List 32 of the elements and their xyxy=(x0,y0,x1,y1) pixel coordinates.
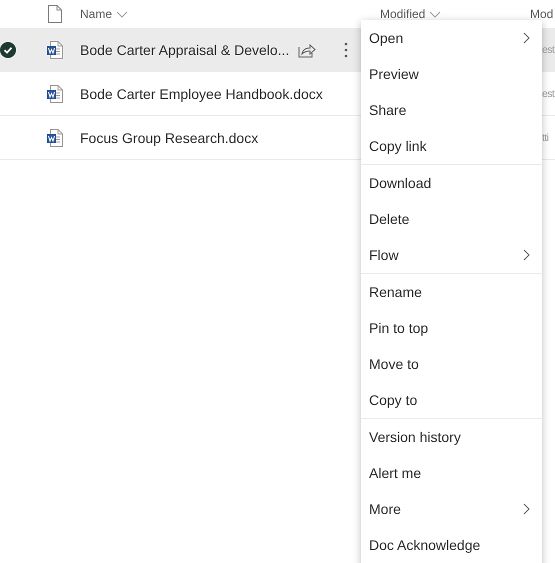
menu-item[interactable]: More xyxy=(361,491,542,527)
column-header[interactable]: Name xyxy=(80,7,112,21)
menu-item[interactable]: Copy to xyxy=(361,382,542,418)
table-cell: est xyxy=(542,88,554,100)
menu-item[interactable]: Version history xyxy=(361,419,542,455)
column-header[interactable]: Mod xyxy=(530,7,554,21)
menu-item[interactable]: Rename xyxy=(361,274,542,310)
menu-item[interactable]: Pin to top xyxy=(361,310,542,346)
caret-icon xyxy=(429,11,442,18)
caret-icon xyxy=(116,11,128,18)
chevron-right-icon xyxy=(523,32,530,44)
chevron-right-icon xyxy=(523,503,530,515)
file-name[interactable]: Bode Carter Appraisal & Develo... xyxy=(80,42,290,58)
table-cell: tti xyxy=(542,132,548,144)
file-name[interactable]: Focus Group Research.docx xyxy=(80,130,258,146)
menu-item[interactable]: Flow xyxy=(361,237,542,273)
checkmark-icon xyxy=(0,42,16,58)
column-header[interactable]: Modified xyxy=(380,7,426,21)
menu-item[interactable]: Move to xyxy=(361,346,542,382)
menu-item[interactable]: Doc Acknowledge xyxy=(361,527,542,563)
menu-item[interactable]: Delete xyxy=(361,201,542,237)
chevron-right-icon xyxy=(523,249,530,261)
file-name[interactable]: Bode Carter Employee Handbook.docx xyxy=(80,86,323,102)
document-icon xyxy=(47,40,63,58)
menu-item[interactable]: Download xyxy=(361,165,542,201)
file-type-icon xyxy=(48,5,62,23)
share-icon[interactable] xyxy=(298,42,316,58)
menu-item[interactable]: Alert me xyxy=(361,455,542,491)
more-icon[interactable] xyxy=(344,42,348,58)
document-icon xyxy=(47,128,63,146)
document-icon xyxy=(47,84,63,102)
table-cell: est xyxy=(542,44,554,56)
